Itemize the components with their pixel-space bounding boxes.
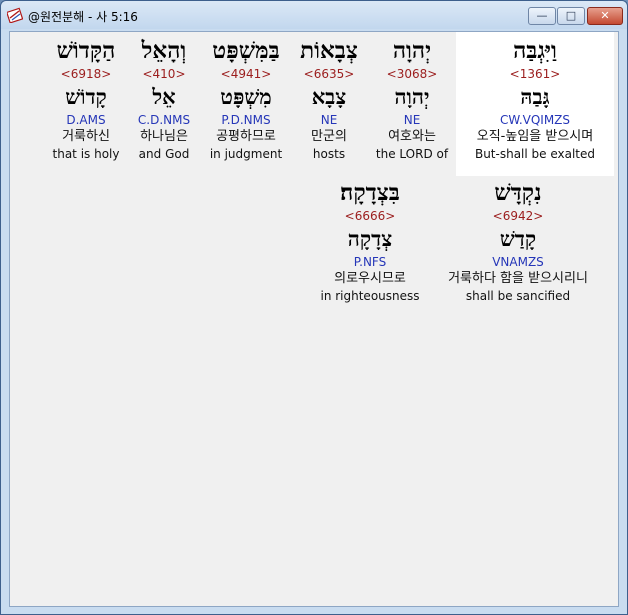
korean-gloss: 거룩하신 [62, 129, 110, 144]
hebrew-word: נִקְדָּשׁ [494, 179, 542, 206]
lemma-word: אֵל [152, 84, 176, 109]
word-block[interactable]: יְהוָה <3068> יְהוָה NE 여호와는 the LORD of [362, 32, 462, 162]
strong-number[interactable]: <410> [124, 66, 204, 82]
word-block[interactable]: וַיִּגְבַּה <1361> גָּבַהּ CW.VQIMZS 오직-… [456, 32, 614, 176]
morphology-code: C.D.NMS [137, 113, 191, 127]
strong-number[interactable]: <6666> [316, 208, 424, 224]
lemma-word: גָּבַהּ [520, 84, 550, 109]
english-gloss: and God [138, 147, 190, 161]
strong-number[interactable]: <4941> [196, 66, 296, 82]
strong-number[interactable]: <1361> [456, 66, 614, 82]
korean-gloss: 하나님은 [140, 129, 188, 144]
lemma-word: צְדָקָה [347, 226, 393, 251]
morphology-code: D.AMS [66, 113, 106, 127]
strong-number[interactable]: <6918> [40, 66, 132, 82]
app-window: @원전분해 - 사 5:16 — □ ✕ וַיִּגְבַּה <1361> … [0, 0, 628, 615]
korean-gloss: 의로우시므로 [334, 271, 406, 286]
english-gloss: But-shall be exalted [474, 147, 596, 161]
korean-gloss: 거룩하다 함을 받으시리니 [448, 271, 588, 286]
hebrew-word: הַקָּדוֹשׁ [56, 37, 116, 64]
hebrew-word: וְהָאֵל [141, 37, 187, 64]
title-bar[interactable]: @원전분해 - 사 5:16 — □ ✕ [1, 1, 627, 29]
lemma-word: מִשְׁפָּט [220, 84, 272, 109]
english-gloss: in righteousness [320, 289, 420, 303]
hebrew-word: בִּצְדָקָה׃ [340, 179, 400, 206]
word-block[interactable]: בַּמִּשְׁפָּט <4941> מִשְׁפָּט P.D.NMS 공… [196, 32, 296, 162]
strong-number[interactable]: <6635> [284, 66, 374, 82]
hebrew-word: וַיִּגְבַּה [513, 37, 557, 64]
app-logo-icon [7, 7, 23, 23]
interlinear-panel: וַיִּגְבַּה <1361> גָּבַהּ CW.VQIMZS 오직-… [9, 31, 619, 607]
word-block[interactable]: בִּצְדָקָה׃ <6666> צְדָקָה P.NFS 의로우시므로 … [316, 178, 424, 304]
lemma-word: קָדַשׁ [499, 226, 537, 251]
morphology-code: P.NFS [353, 255, 387, 269]
minimize-button[interactable]: — [528, 7, 556, 25]
word-block[interactable]: וְהָאֵל <410> אֵל C.D.NMS 하나님은 and God [124, 32, 204, 162]
morphology-code: NE [403, 113, 421, 127]
english-gloss: in judgment [209, 147, 283, 161]
morphology-code: P.D.NMS [221, 113, 271, 127]
english-gloss: the LORD of [375, 147, 449, 161]
morphology-code: VNAMZS [492, 255, 544, 269]
korean-gloss: 여호와는 [388, 129, 436, 144]
lemma-word: צָבָא [311, 84, 347, 109]
hebrew-word: יְהוָה [392, 37, 432, 64]
english-gloss: that is holy [52, 147, 120, 161]
lemma-word: קָדוֹשׁ [65, 84, 107, 109]
korean-gloss: 만군의 [311, 129, 347, 144]
korean-gloss: 공평하므로 [216, 129, 276, 144]
strong-number[interactable]: <6942> [426, 208, 610, 224]
lemma-word: יְהוָה [394, 84, 430, 109]
window-title: @원전분해 - 사 5:16 [28, 10, 138, 24]
korean-gloss: 오직-높임을 받으시며 [476, 129, 594, 144]
english-gloss: shall be sancified [465, 289, 571, 303]
word-block[interactable]: הַקָּדוֹשׁ <6918> קָדוֹשׁ D.AMS 거룩하신 tha… [40, 32, 132, 162]
morphology-code: NE [320, 113, 338, 127]
word-block[interactable]: צְבָאוֹת <6635> צָבָא NE 만군의 hosts [284, 32, 374, 162]
word-block[interactable]: נִקְדָּשׁ <6942> קָדַשׁ VNAMZS 거룩하다 함을 받… [426, 178, 610, 304]
maximize-button[interactable]: □ [557, 7, 585, 25]
strong-number[interactable]: <3068> [362, 66, 462, 82]
hebrew-word: צְבָאוֹת [300, 37, 358, 64]
morphology-code: CW.VQIMZS [499, 113, 571, 127]
close-button[interactable]: ✕ [587, 7, 623, 25]
english-gloss: hosts [312, 147, 346, 161]
hebrew-word: בַּמִּשְׁפָּט [212, 37, 280, 64]
